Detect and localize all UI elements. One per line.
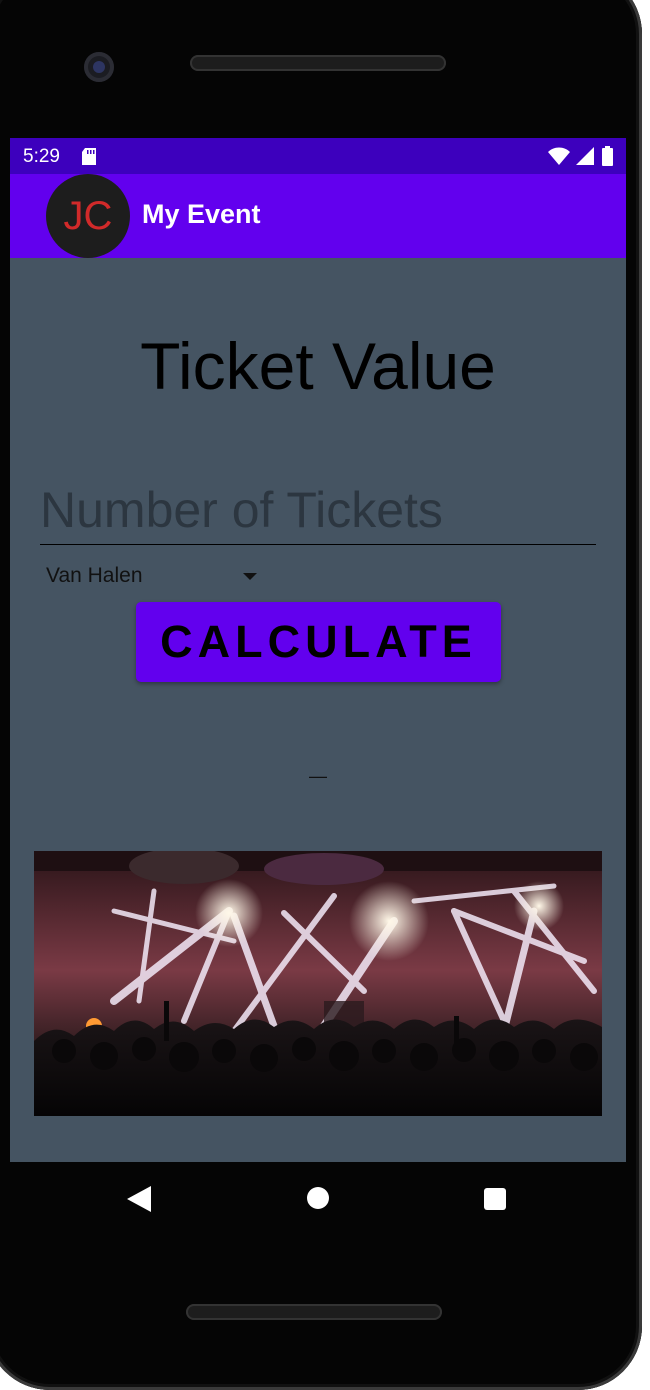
app-bar: JC My Event — [10, 174, 626, 258]
signal-icon — [576, 147, 594, 165]
status-time: 5:29 — [23, 146, 60, 167]
recents-icon[interactable] — [484, 1188, 506, 1210]
dropdown-arrow-icon — [243, 573, 257, 580]
camera-icon — [84, 52, 114, 82]
calculate-button[interactable]: CALCULATE — [136, 602, 501, 682]
phone-screen: 5:29 JC My Event Ticket Value Van Halen … — [10, 138, 626, 1162]
battery-icon — [602, 146, 613, 166]
home-icon[interactable] — [307, 1187, 329, 1209]
result-text: — — [309, 766, 327, 786]
tickets-input[interactable] — [40, 476, 596, 545]
sd-card-icon — [82, 148, 96, 165]
page-title: Ticket Value — [140, 329, 496, 403]
bottom-speaker-grille — [186, 1304, 442, 1320]
app-title: My Event — [142, 199, 261, 229]
band-select-value: Van Halen — [46, 564, 143, 587]
speaker-grille — [190, 55, 446, 71]
status-bar: 5:29 — [10, 138, 626, 174]
band-select[interactable]: Van Halen — [46, 562, 266, 592]
avatar: JC — [46, 174, 130, 258]
wifi-icon — [548, 147, 570, 165]
back-icon[interactable] — [127, 1186, 151, 1212]
concert-image — [34, 851, 602, 1116]
